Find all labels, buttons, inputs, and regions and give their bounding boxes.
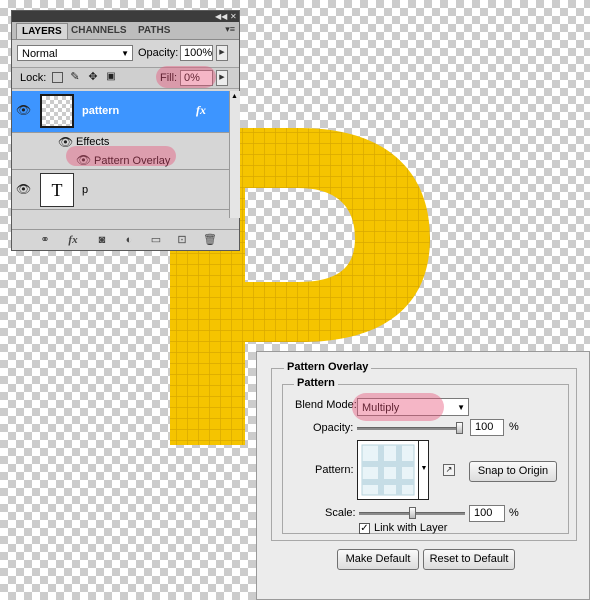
- opacity-input[interactable]: 100%: [180, 45, 213, 61]
- lock-label: Lock:: [20, 72, 47, 84]
- blend-mode-select[interactable]: Normal ▼: [17, 45, 133, 61]
- layers-bottom-bar: ⚭ fx ◙ ◐ ▭ ⊡ 🗑: [12, 229, 239, 250]
- opacity-label: Opacity:: [313, 422, 354, 434]
- tab-paths[interactable]: PATHS: [133, 23, 175, 39]
- layer-name: p: [82, 184, 89, 196]
- layer-row-p[interactable]: 👁 T p: [12, 170, 230, 210]
- panel-menu-icon[interactable]: ▾≡: [225, 24, 235, 35]
- text-layer-icon: T: [40, 173, 74, 207]
- scale-input[interactable]: 100: [469, 505, 505, 522]
- lock-transparent-pixels-icon[interactable]: [52, 72, 63, 83]
- layer-effects-fx-icon[interactable]: fx: [196, 103, 206, 118]
- pattern-overlay-dialog: Pattern Overlay Pattern Blend Mode: Mult…: [256, 351, 590, 600]
- tab-layers[interactable]: LAYERS: [16, 23, 68, 39]
- blend-mode-highlight: [352, 393, 444, 421]
- chevron-down-icon: ▼: [457, 403, 465, 412]
- new-layer-icon[interactable]: ⊡: [175, 233, 189, 247]
- tab-channels[interactable]: CHANNELS: [66, 23, 132, 39]
- lock-image-pixels-icon[interactable]: ✎: [69, 71, 81, 83]
- layer-row-pattern[interactable]: 👁 pattern fx: [12, 91, 230, 133]
- snap-to-origin-button[interactable]: Snap to Origin: [469, 461, 557, 482]
- lock-all-icon[interactable]: ▣: [105, 71, 117, 83]
- reset-to-default-button[interactable]: Reset to Default: [423, 549, 515, 570]
- visibility-eye-icon[interactable]: 👁: [16, 103, 31, 117]
- fill-highlight: [156, 66, 216, 88]
- link-layers-icon[interactable]: ⚭: [38, 233, 52, 247]
- close-icon[interactable]: ✕: [230, 11, 237, 22]
- pattern-dropdown-icon[interactable]: ▼: [418, 441, 429, 499]
- section-title: Pattern Overlay: [284, 361, 372, 373]
- layer-name: pattern: [82, 105, 120, 117]
- collapse-icon[interactable]: ◀◀: [215, 11, 227, 22]
- panel-title-bar[interactable]: ◀◀ ✕: [12, 11, 239, 22]
- delete-layer-icon[interactable]: 🗑: [203, 233, 217, 247]
- checkmark-icon: ✓: [360, 523, 369, 534]
- scale-unit: %: [509, 507, 519, 519]
- blend-mode-value: Normal: [22, 48, 58, 60]
- new-group-icon[interactable]: ▭: [149, 233, 163, 247]
- layers-panel: ◀◀ ✕ LAYERS CHANNELS PATHS ▾≡ Normal ▼ O…: [11, 10, 240, 251]
- new-preset-icon[interactable]: ↗: [443, 464, 455, 476]
- opacity-slider-button[interactable]: ▶: [216, 45, 228, 61]
- link-with-layer-label: Link with Layer: [374, 522, 448, 534]
- opacity-label: Opacity:: [138, 47, 179, 59]
- blend-mode-label: Blend Mode:: [295, 399, 357, 411]
- adjustment-layer-icon[interactable]: ◐: [122, 233, 136, 247]
- layers-scrollbar[interactable]: ▲: [229, 91, 240, 218]
- lock-position-icon[interactable]: ✥: [87, 71, 99, 83]
- fill-slider-button[interactable]: ▶: [216, 70, 228, 86]
- layer-thumbnail: [40, 94, 74, 128]
- scroll-up-icon[interactable]: ▲: [231, 93, 238, 100]
- visibility-eye-icon[interactable]: 👁: [16, 182, 31, 196]
- link-with-layer-checkbox[interactable]: ✓: [359, 523, 370, 534]
- pattern-overlay-highlight: [66, 146, 176, 166]
- make-default-button[interactable]: Make Default: [337, 549, 419, 570]
- pattern-swatch: [358, 441, 418, 499]
- pattern-picker[interactable]: ▼: [357, 440, 429, 500]
- scale-slider-thumb[interactable]: [408, 507, 416, 519]
- group-title: Pattern: [294, 377, 338, 389]
- panel-tabs: LAYERS CHANNELS PATHS ▾≡: [12, 22, 239, 40]
- add-layer-style-icon[interactable]: fx: [66, 233, 80, 247]
- opacity-slider-thumb[interactable]: [456, 422, 463, 434]
- scale-label: Scale:: [325, 507, 356, 519]
- opacity-unit: %: [509, 421, 519, 433]
- add-mask-icon[interactable]: ◙: [95, 233, 109, 247]
- pattern-label: Pattern:: [315, 464, 354, 476]
- opacity-slider[interactable]: [357, 427, 463, 430]
- chevron-down-icon: ▼: [121, 49, 129, 58]
- opacity-input[interactable]: 100: [470, 419, 504, 436]
